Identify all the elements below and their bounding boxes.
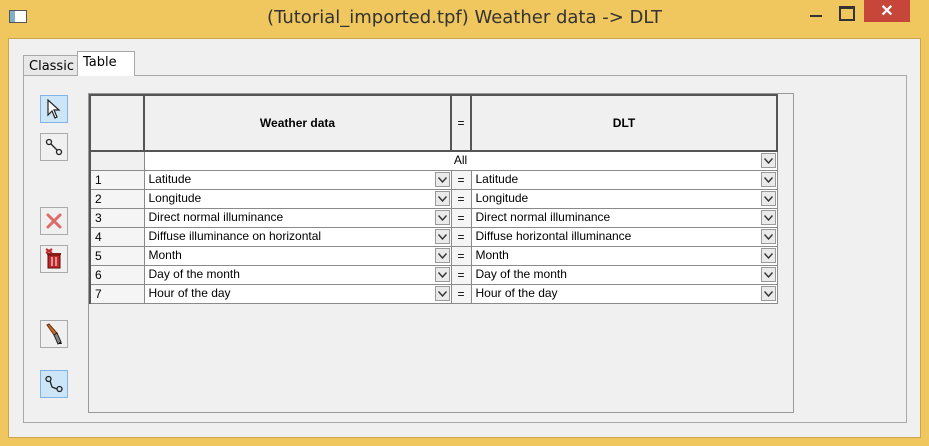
equals-sign: = (450, 264, 472, 285)
source-variable-select[interactable]: Day of the month (143, 264, 452, 285)
chevron-down-icon[interactable] (760, 172, 776, 187)
chevron-down-icon[interactable] (434, 191, 450, 206)
chevron-down-icon[interactable] (434, 248, 450, 263)
tab-table[interactable]: Table (77, 51, 135, 76)
target-variable-select[interactable]: Diffuse horizontal illuminance (470, 226, 778, 247)
table-tab-panel: Weather data = DLT All 1 Latitude = Lati… (23, 75, 907, 423)
row-number-header (89, 94, 145, 152)
chevron-down-icon[interactable] (760, 153, 776, 169)
column-header-target: DLT (470, 94, 778, 152)
chevron-down-icon[interactable] (760, 286, 776, 301)
source-variable-label: Longitude (148, 191, 202, 205)
table-row: 2 Longitude = Longitude (89, 188, 778, 209)
column-header-source: Weather data (143, 94, 452, 152)
table-header-row: Weather data = DLT (89, 94, 778, 152)
equals-sign: = (450, 188, 472, 209)
equals-sign: = (450, 245, 472, 266)
target-variable-label: Latitude (475, 172, 519, 186)
target-variable-select[interactable]: Latitude (470, 169, 778, 190)
link-tool-button[interactable] (40, 133, 68, 161)
row-number: 4 (89, 226, 145, 247)
connect-tool-button[interactable] (40, 370, 68, 398)
column-header-equals: = (450, 94, 472, 152)
chevron-down-icon[interactable] (434, 172, 450, 187)
source-variable-label: Month (148, 248, 182, 262)
row-number: 6 (89, 264, 145, 285)
target-variable-select[interactable]: Longitude (470, 188, 778, 209)
target-variable-label: Direct normal illuminance (475, 210, 611, 224)
table-row: 6 Day of the month = Day of the month (89, 264, 778, 285)
all-filter-label: All (453, 153, 468, 168)
chevron-down-icon[interactable] (760, 229, 776, 244)
maximize-button[interactable] (829, 0, 865, 26)
connection-table: Weather data = DLT All 1 Latitude = Lati… (89, 94, 778, 304)
chevron-down-icon[interactable] (760, 267, 776, 282)
row-number: 3 (89, 207, 145, 228)
source-variable-select[interactable]: Diffuse illuminance on horizontal (143, 226, 452, 247)
chevron-down-icon[interactable] (434, 210, 450, 225)
source-variable-select[interactable]: Latitude (143, 169, 452, 190)
link-icon (45, 138, 63, 156)
table-row: 3 Direct normal illuminance = Direct nor… (89, 207, 778, 228)
brush-icon (46, 323, 62, 345)
source-variable-label: Direct normal illuminance (148, 210, 284, 224)
equals-sign: = (450, 283, 472, 304)
equals-sign: = (450, 207, 472, 228)
table-row: 1 Latitude = Latitude (89, 169, 778, 190)
source-variable-select[interactable]: Hour of the day (143, 283, 452, 304)
delete-link-button[interactable] (40, 207, 68, 235)
chevron-down-icon[interactable] (434, 229, 450, 244)
source-variable-select[interactable]: Direct normal illuminance (143, 207, 452, 228)
delete-all-links-button[interactable] (40, 245, 68, 273)
row-number: 2 (89, 188, 145, 209)
row-number: 5 (89, 245, 145, 266)
row-number: 7 (89, 283, 145, 304)
target-variable-label: Month (475, 248, 509, 262)
equals-sign: = (450, 169, 472, 190)
target-variable-label: Longitude (475, 191, 529, 205)
window-title: (Tutorial_imported.tpf) Weather data -> … (267, 7, 662, 28)
row-number: 1 (89, 169, 145, 190)
close-button[interactable]: ✕ (864, 0, 910, 22)
connect-icon (45, 375, 63, 393)
source-variable-label: Hour of the day (148, 286, 231, 300)
title-bar: (Tutorial_imported.tpf) Weather data -> … (0, 0, 929, 36)
chevron-down-icon[interactable] (760, 210, 776, 225)
equals-sign: = (450, 226, 472, 247)
source-variable-label: Day of the month (148, 267, 240, 281)
close-icon: ✕ (880, 3, 894, 20)
target-variable-label: Hour of the day (475, 286, 558, 300)
target-variable-label: Diffuse horizontal illuminance (475, 229, 632, 243)
target-variable-select[interactable]: Direct normal illuminance (470, 207, 778, 228)
source-variable-label: Diffuse illuminance on horizontal (148, 229, 322, 243)
target-variable-label: Day of the month (475, 267, 567, 281)
all-row: All (89, 150, 778, 171)
chevron-down-icon[interactable] (434, 267, 450, 282)
pointer-icon (47, 99, 61, 119)
all-filter-select[interactable]: All (143, 150, 778, 171)
source-variable-select[interactable]: Month (143, 245, 452, 266)
target-variable-select[interactable]: Month (470, 245, 778, 266)
chevron-down-icon[interactable] (760, 248, 776, 263)
tab-classic[interactable]: Classic (23, 55, 78, 76)
delete-icon (46, 213, 62, 229)
all-row-number (89, 150, 145, 171)
table-row: 7 Hour of the day = Hour of the day (89, 283, 778, 304)
pointer-tool-button[interactable] (40, 95, 68, 123)
delete-all-icon (45, 248, 61, 269)
connection-grid: Weather data = DLT All 1 Latitude = Lati… (88, 93, 794, 413)
source-variable-select[interactable]: Longitude (143, 188, 452, 209)
chevron-down-icon[interactable] (760, 191, 776, 206)
dialog-body: Classic Table Weather data = DLT All 1 L… (8, 38, 921, 438)
table-row: 5 Month = Month (89, 245, 778, 266)
table-row: 4 Diffuse illuminance on horizontal = Di… (89, 226, 778, 247)
chevron-down-icon[interactable] (434, 286, 450, 301)
source-variable-label: Latitude (148, 172, 192, 186)
target-variable-select[interactable]: Hour of the day (470, 283, 778, 304)
brush-tool-button[interactable] (40, 320, 68, 348)
target-variable-select[interactable]: Day of the month (470, 264, 778, 285)
